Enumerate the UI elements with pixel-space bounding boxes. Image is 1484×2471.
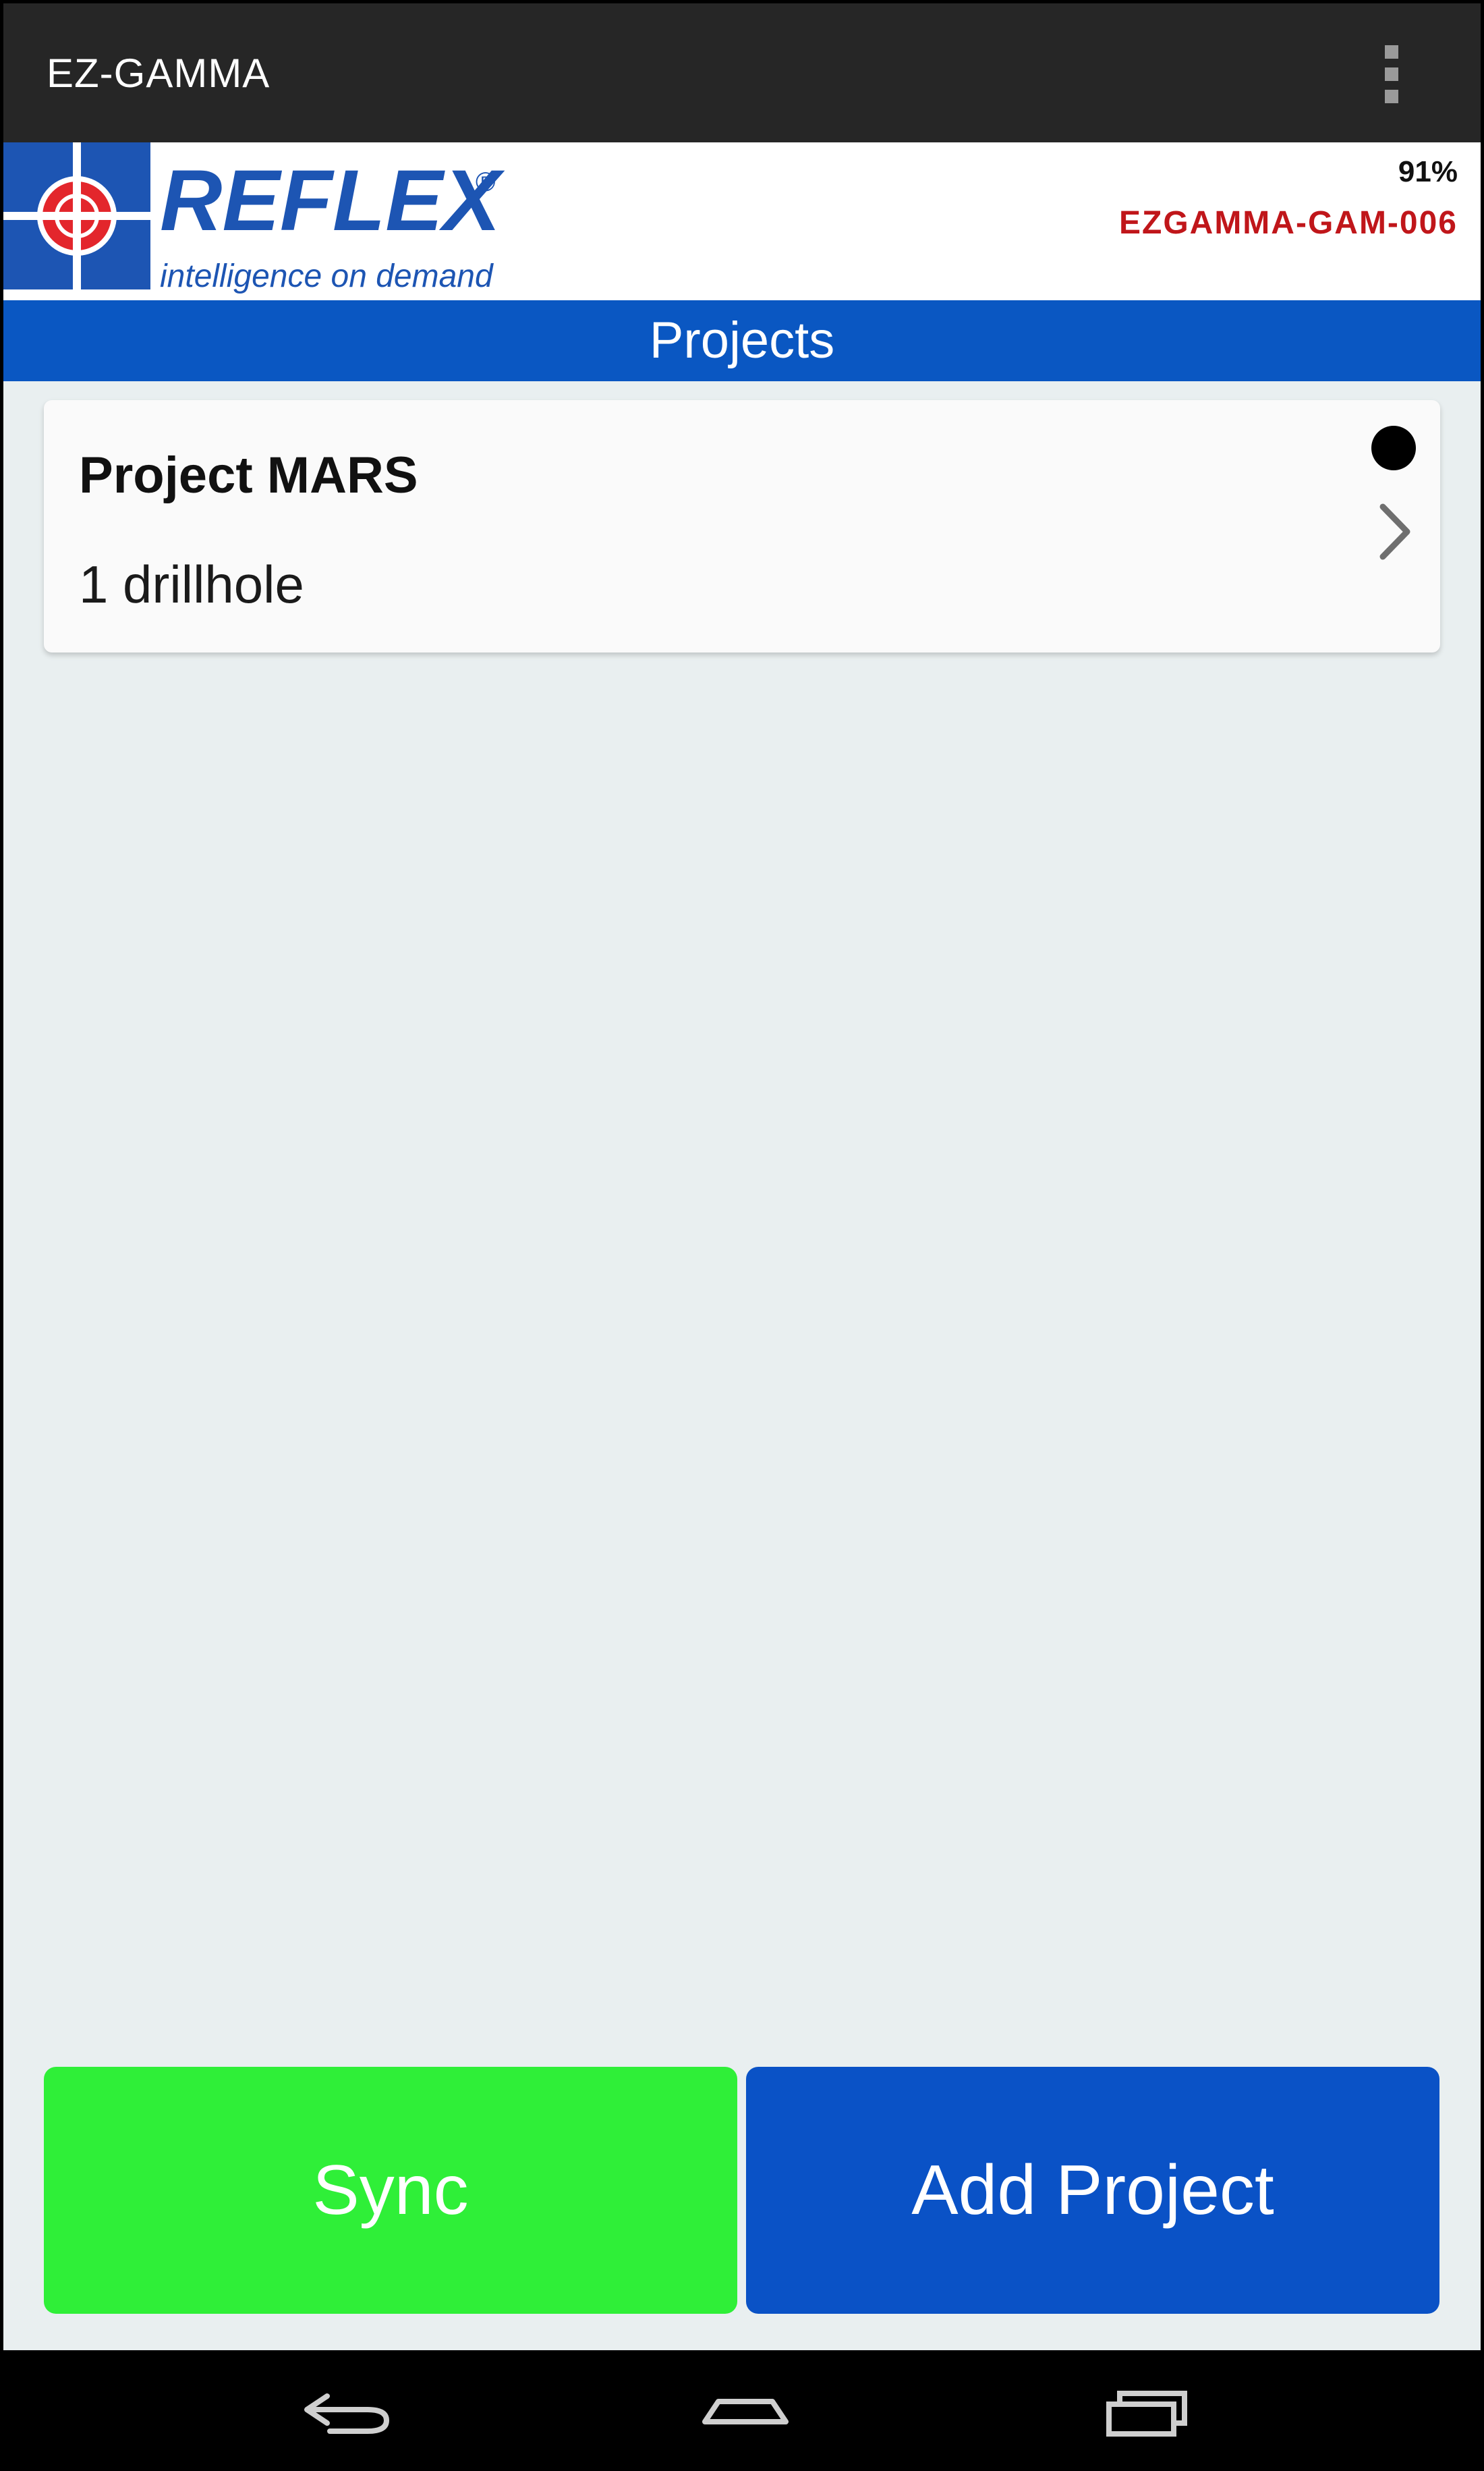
project-drillhole-count: 1 drillhole — [79, 555, 304, 614]
app-window: EZ-GAMMA REFLEX ® intelligence on demand… — [0, 0, 1484, 2471]
recent-apps-icon[interactable] — [1100, 2377, 1194, 2445]
reflex-logo: REFLEX ® intelligence on demand — [3, 142, 505, 294]
app-title: EZ-GAMMA — [47, 51, 270, 96]
status-dot-icon — [1371, 426, 1416, 470]
project-name: Project MARS — [79, 447, 418, 504]
home-icon[interactable] — [698, 2377, 793, 2445]
battery-level: 91% — [1398, 155, 1458, 188]
project-card[interactable]: Project MARS 1 drillhole — [44, 400, 1440, 653]
page-title: Projects — [3, 300, 1481, 381]
sync-button[interactable]: Sync — [44, 2067, 737, 2314]
back-icon[interactable] — [300, 2377, 395, 2445]
action-bar: EZ-GAMMA — [3, 3, 1481, 142]
logo-tagline: intelligence on demand — [160, 258, 494, 294]
logo-registered-mark: ® — [476, 167, 495, 197]
device-id: EZGAMMA-GAM-006 — [1118, 205, 1458, 241]
chevron-right-icon — [1379, 503, 1410, 560]
add-project-button[interactable]: Add Project — [746, 2067, 1439, 2314]
navigation-bar — [3, 2350, 1481, 2468]
logo-brand: REFLEX — [160, 152, 505, 249]
overflow-menu-icon[interactable] — [1383, 45, 1400, 103]
header: REFLEX ® intelligence on demand 91% EZGA… — [3, 142, 1481, 300]
